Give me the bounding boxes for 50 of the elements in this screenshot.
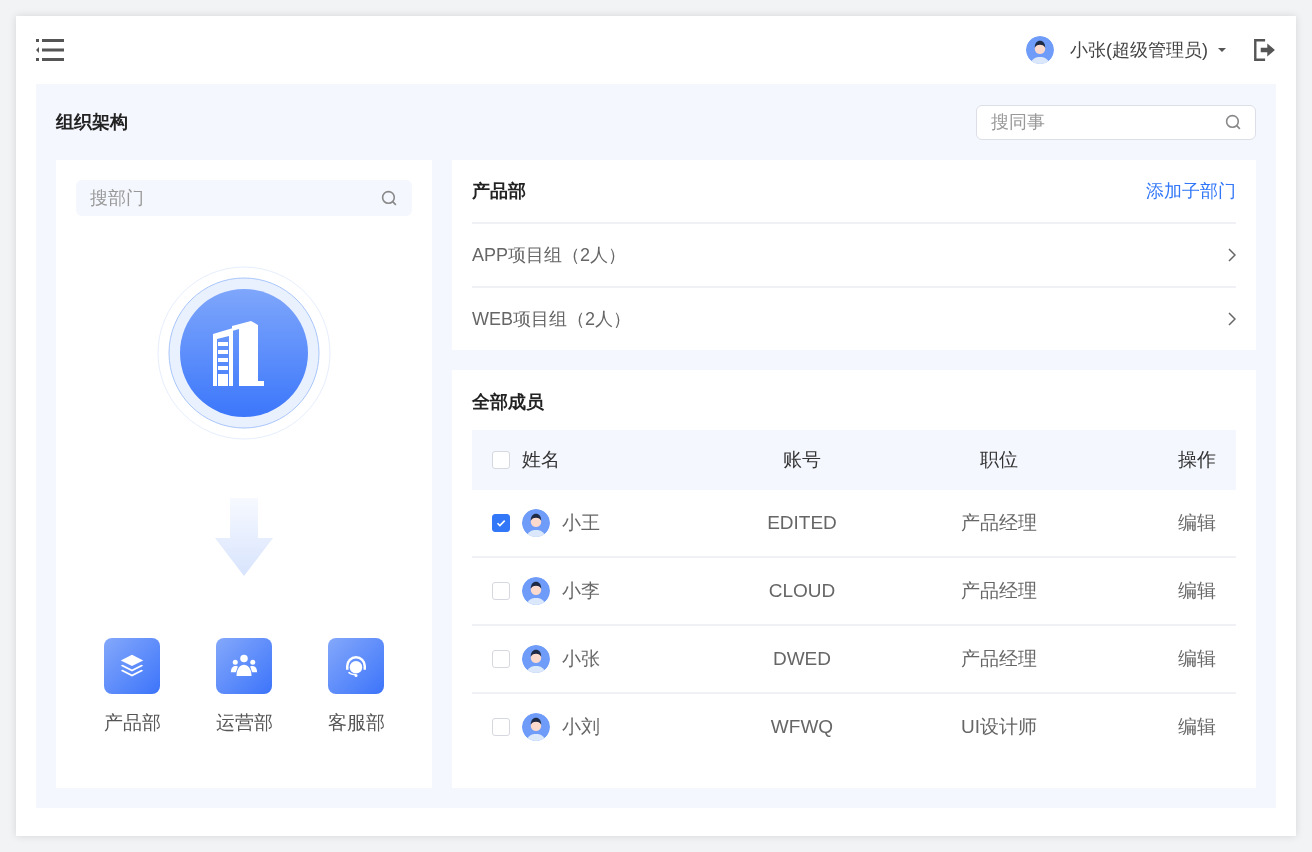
group-item[interactable]: APP项目组（2人） xyxy=(472,224,1236,286)
table-cell-text: 小李 xyxy=(562,579,600,603)
chevron-right-icon xyxy=(1228,248,1236,262)
table-cell-text: 小王 xyxy=(562,511,600,535)
avatar-icon xyxy=(522,509,550,537)
search-field[interactable]: 搜部门 xyxy=(76,180,412,216)
user-avatar-icon xyxy=(1026,36,1054,64)
edit-link[interactable]: 编辑 xyxy=(1116,510,1216,536)
table-cell-text: DWED xyxy=(771,648,833,670)
chevron-right-icon xyxy=(1228,312,1236,326)
table-cell-text: 小张 xyxy=(562,647,600,671)
department-label[interactable]: 产品部 xyxy=(103,710,161,736)
search-field[interactable]: 搜同事 xyxy=(976,104,1256,140)
people-icon[interactable] xyxy=(216,638,272,694)
column-header: 操作 xyxy=(1177,448,1216,472)
checkbox[interactable] xyxy=(492,514,510,532)
down-arrow-icon xyxy=(214,498,274,578)
column-header: 姓名 xyxy=(522,448,560,472)
search-icon[interactable] xyxy=(381,189,398,207)
avatar-icon xyxy=(522,713,550,741)
table-cell-text: WFWQ xyxy=(769,716,835,738)
checkmark-icon xyxy=(495,517,507,529)
edit-link[interactable]: 编辑 xyxy=(1116,578,1216,604)
table-cell-text: 小刘 xyxy=(562,715,600,739)
department-title: 产品部 xyxy=(472,180,526,203)
layers-icon[interactable] xyxy=(104,638,160,694)
menu-icon[interactable] xyxy=(36,38,64,62)
table-cell-text: 产品经理 xyxy=(960,511,1038,535)
group-item[interactable]: WEB项目组（2人） xyxy=(472,286,1236,350)
table-cell-text: 产品经理 xyxy=(960,579,1038,603)
table-cell-text: UI设计师 xyxy=(960,715,1038,739)
table-cell-text: CLOUD xyxy=(767,580,837,602)
logout-icon[interactable] xyxy=(1252,38,1276,62)
search-icon[interactable] xyxy=(1225,113,1242,131)
table-cell-text: 产品经理 xyxy=(960,647,1038,671)
caret-icon[interactable] xyxy=(1218,48,1226,52)
edit-link[interactable]: 编辑 xyxy=(1116,646,1216,672)
column-header: 账号 xyxy=(782,448,822,472)
table-cell-text: EDITED xyxy=(766,512,838,534)
add-subdepartment-link[interactable]: 添加子部门 xyxy=(1146,179,1236,203)
column-header: 职位 xyxy=(979,448,1019,472)
avatar-icon xyxy=(522,577,550,605)
members-title: 全部成员 xyxy=(472,391,545,414)
page-title: 组织架构 xyxy=(56,111,128,134)
department-label[interactable]: 客服部 xyxy=(327,710,385,736)
headset-icon[interactable] xyxy=(328,638,384,694)
avatar-icon xyxy=(522,645,550,673)
department-label[interactable]: 运营部 xyxy=(215,710,273,736)
user-name[interactable]: 小张(超级管理员) xyxy=(1070,38,1208,62)
edit-link[interactable]: 编辑 xyxy=(1116,714,1216,740)
